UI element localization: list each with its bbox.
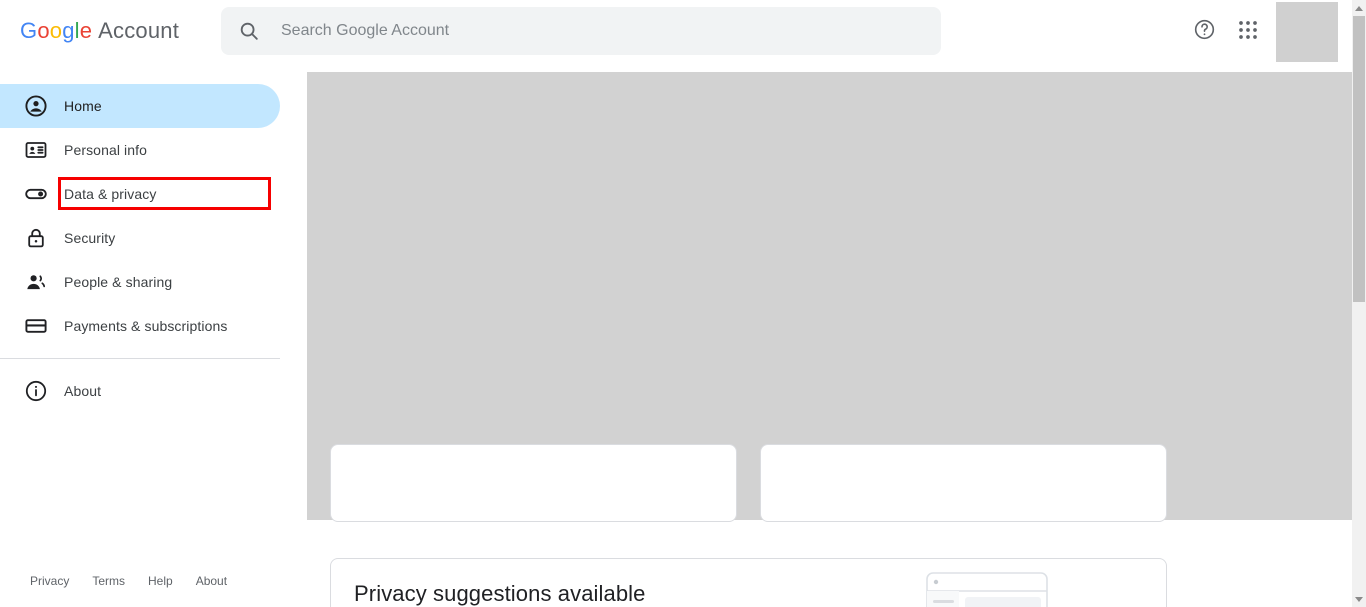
sidebar-item-people-sharing[interactable]: People & sharing	[0, 260, 280, 304]
help-circle-icon	[1193, 18, 1216, 46]
sidebar-item-label: About	[64, 383, 102, 399]
footer-link-privacy[interactable]: Privacy	[30, 574, 69, 588]
summary-card-left[interactable]	[330, 444, 737, 522]
help-button[interactable]	[1184, 12, 1224, 52]
sidebar: Home Personal info Data & privacy Securi…	[0, 64, 300, 607]
sidebar-item-label: Payments & subscriptions	[64, 318, 228, 334]
people-icon	[24, 270, 48, 294]
apps-grid-icon	[1238, 20, 1258, 45]
footer-link-terms[interactable]: Terms	[92, 574, 125, 588]
sidebar-item-about[interactable]: About	[0, 369, 280, 413]
info-circle-icon	[24, 379, 48, 403]
page-scrollbar[interactable]	[1352, 0, 1366, 607]
search-bar[interactable]	[221, 7, 941, 55]
app-header: Google Account	[0, 0, 1352, 64]
scrollbar-up-arrow[interactable]	[1352, 1, 1366, 15]
sidebar-item-label: Home	[64, 98, 102, 114]
footer-link-help[interactable]: Help	[148, 574, 173, 588]
sidebar-item-personal-info[interactable]: Personal info	[0, 128, 280, 172]
logo-letter-o1: o	[37, 18, 50, 43]
sidebar-item-label: Security	[64, 230, 116, 246]
footer-link-about[interactable]: About	[196, 574, 227, 588]
sidebar-item-security[interactable]: Security	[0, 216, 280, 260]
scrollbar-down-arrow[interactable]	[1352, 592, 1366, 606]
logo-letter-e: e	[79, 18, 93, 43]
lock-icon	[24, 226, 48, 250]
sidebar-item-label: Personal info	[64, 142, 148, 158]
sidebar-item-payments-subscriptions[interactable]: Payments & subscriptions	[0, 304, 280, 348]
privacy-suggestions-card[interactable]: Privacy suggestions available	[330, 558, 1167, 607]
summary-card-right[interactable]	[760, 444, 1167, 522]
header-actions	[1180, 0, 1338, 64]
avatar[interactable]	[1276, 2, 1338, 62]
google-account-logo: Google Account	[20, 18, 179, 44]
sidebar-footer-links: Privacy Terms Help About	[30, 574, 227, 588]
sidebar-nav: Home Personal info Data & privacy Securi…	[0, 84, 300, 413]
sidebar-item-label: Data & privacy	[64, 186, 157, 202]
logo-letter-g2: g	[62, 18, 75, 43]
main-content: Privacy suggestions available	[300, 64, 1352, 607]
id-card-icon	[24, 138, 48, 162]
toggle-switch-icon	[24, 182, 48, 206]
logo-word-account: Account	[98, 18, 180, 43]
sidebar-item-data-privacy[interactable]: Data & privacy	[0, 172, 280, 216]
privacy-suggestions-illustration	[909, 569, 1099, 607]
sidebar-item-label: People & sharing	[64, 274, 173, 290]
search-input[interactable]	[281, 22, 901, 40]
account-circle-icon	[24, 94, 48, 118]
scrollbar-thumb[interactable]	[1353, 16, 1365, 302]
search-icon	[237, 19, 261, 43]
sidebar-item-home[interactable]: Home	[0, 84, 280, 128]
privacy-suggestions-title: Privacy suggestions available	[354, 581, 646, 606]
credit-card-icon	[24, 314, 48, 338]
logo-letter-g: G	[20, 18, 38, 43]
sidebar-divider	[0, 358, 280, 359]
google-apps-button[interactable]	[1228, 12, 1268, 52]
logo-letter-o2: o	[49, 18, 63, 43]
